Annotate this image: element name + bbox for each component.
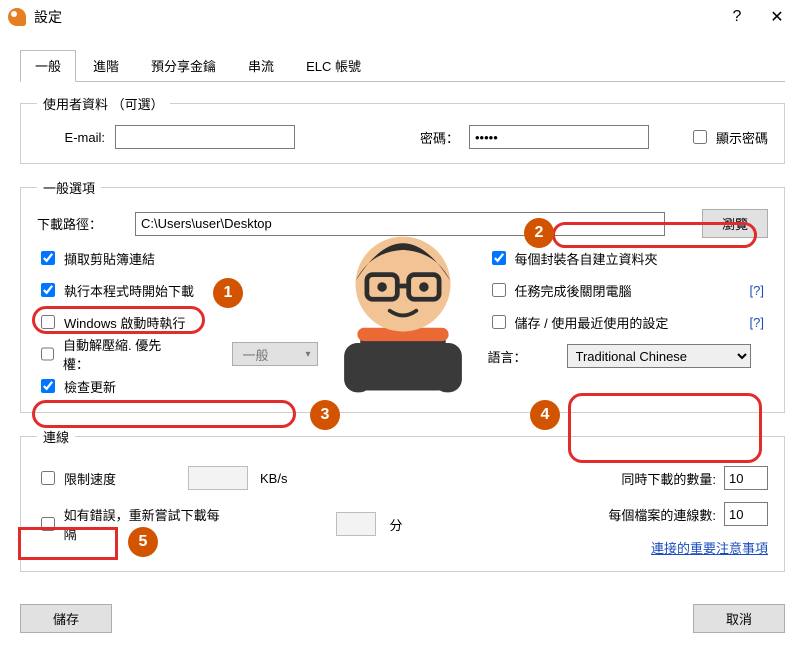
help-icon[interactable]: [?] xyxy=(746,283,768,298)
download-path-field[interactable] xyxy=(135,212,665,236)
start-on-launch-label: 執行本程式時開始下載 xyxy=(64,281,194,300)
tab-advanced[interactable]: 進階 xyxy=(78,50,134,82)
run-on-windows-start-checkbox[interactable] xyxy=(41,315,55,329)
annotation-1-circle: 1 xyxy=(213,278,243,308)
limit-speed-label: 限制速度 xyxy=(64,469,116,488)
help-button[interactable]: ? xyxy=(717,2,757,32)
limit-speed-unit: KB/s xyxy=(260,471,287,486)
annotation-3-circle: 3 xyxy=(310,400,340,430)
auto-extract-label: 自動解壓縮. 優先權： xyxy=(63,335,177,373)
retry-unit: 分 xyxy=(390,515,403,534)
connections-per-file-label: 每個檔案的連線數: xyxy=(608,505,716,524)
auto-extract-checkbox[interactable] xyxy=(41,347,54,361)
user-info-legend: 使用者資料 （可選） xyxy=(37,94,170,113)
run-on-windows-start-label: Windows 啟動時執行 xyxy=(64,313,185,332)
limit-speed-checkbox[interactable] xyxy=(41,471,55,485)
app-icon xyxy=(8,8,26,26)
concurrent-downloads-label: 同時下載的數量: xyxy=(621,469,716,488)
email-field[interactable] xyxy=(115,125,295,149)
window-title: 設定 xyxy=(34,7,717,27)
password-field[interactable] xyxy=(469,125,649,149)
annotation-2-circle: 2 xyxy=(524,218,554,248)
annotation-5-circle: 5 xyxy=(128,527,158,557)
show-password-label: 顯示密碼 xyxy=(716,128,768,147)
capture-clipboard-label: 擷取剪貼簿連結 xyxy=(64,249,155,268)
shutdown-label: 任務完成後關閉電腦 xyxy=(515,281,632,300)
priority-selected: 一般 xyxy=(243,345,269,364)
download-path-label: 下載路徑： xyxy=(37,214,123,233)
chevron-down-icon: ▾ xyxy=(305,349,310,360)
language-label: 語言： xyxy=(488,347,527,366)
browse-button[interactable]: 瀏覽 xyxy=(702,209,768,238)
show-password-checkbox[interactable] xyxy=(693,130,707,144)
tab-elc[interactable]: ELC 帳號 xyxy=(291,50,376,82)
concurrent-downloads-field[interactable] xyxy=(724,466,768,490)
tabstrip: 一般 進階 預分享金鑰 串流 ELC 帳號 xyxy=(20,50,785,82)
connections-per-file-field[interactable] xyxy=(724,502,768,526)
save-button[interactable]: 儲存 xyxy=(20,604,112,633)
cancel-button[interactable]: 取消 xyxy=(693,604,785,633)
tab-stream[interactable]: 串流 xyxy=(233,50,289,82)
connection-notes-link[interactable]: 連接的重要注意事項 xyxy=(651,538,768,557)
start-on-launch-checkbox[interactable] xyxy=(41,283,55,297)
language-select[interactable]: Traditional Chinese xyxy=(567,344,751,368)
retry-checkbox[interactable] xyxy=(41,517,55,531)
email-label: E-mail: xyxy=(37,130,105,145)
priority-select[interactable]: 一般 ▾ xyxy=(232,342,318,366)
create-folder-label: 每個封裝各自建立資料夾 xyxy=(515,249,658,268)
save-recent-settings-label: 儲存 / 使用最近使用的設定 xyxy=(515,313,669,332)
connection-legend: 連線 xyxy=(37,427,75,446)
create-folder-checkbox[interactable] xyxy=(492,251,506,265)
limit-speed-field[interactable] xyxy=(188,466,248,490)
password-label: 密碼： xyxy=(420,128,459,147)
general-options-legend: 一般選項 xyxy=(37,178,101,197)
close-button[interactable]: ✕ xyxy=(757,2,797,32)
check-updates-checkbox[interactable] xyxy=(41,379,55,393)
check-updates-label: 檢查更新 xyxy=(64,377,116,396)
help-icon[interactable]: [?] xyxy=(746,315,768,330)
tab-general[interactable]: 一般 xyxy=(20,50,76,82)
save-recent-settings-checkbox[interactable] xyxy=(492,315,506,329)
annotation-4-circle: 4 xyxy=(530,400,560,430)
capture-clipboard-checkbox[interactable] xyxy=(41,251,55,265)
shutdown-checkbox[interactable] xyxy=(492,283,506,297)
retry-field[interactable] xyxy=(336,512,375,536)
tab-preshare[interactable]: 預分享金鑰 xyxy=(136,50,231,82)
